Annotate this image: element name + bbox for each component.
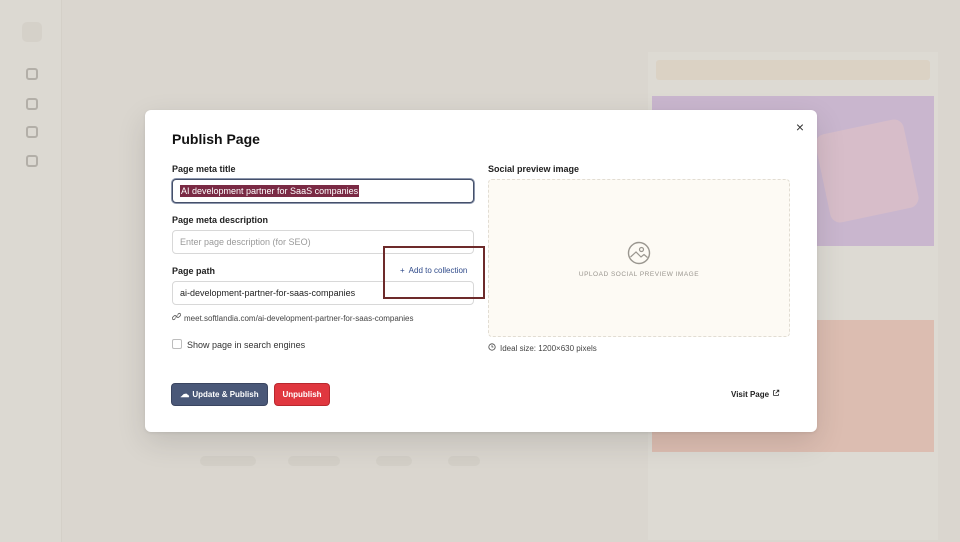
social-image-dropzone[interactable]: UPLOAD SOCIAL PREVIEW IMAGE [488,179,790,337]
meta-title-input[interactable]: AI development partner for SaaS companie… [172,179,474,203]
image-placeholder-icon [627,241,651,265]
page-path-label: Page path [172,266,216,276]
search-engines-checkbox[interactable] [172,339,182,349]
plus-icon: + [400,266,405,275]
search-engines-label: Show page in search engines [187,340,306,350]
ideal-size-text: Ideal size: 1200×630 pixels [500,344,597,353]
visit-page-link[interactable]: Visit Page [731,389,780,399]
meta-title-value: AI development partner for SaaS companie… [180,185,360,197]
ideal-size-note: Ideal size: 1200×630 pixels [488,343,597,353]
meta-title-label: Page meta title [172,164,236,174]
update-publish-button[interactable]: ☁ Update & Publish [172,384,267,405]
link-icon [171,312,182,323]
unpublish-button[interactable]: Unpublish [275,384,329,405]
external-link-icon [772,389,780,399]
upload-text: UPLOAD SOCIAL PREVIEW IMAGE [578,271,700,278]
update-publish-label: Update & Publish [192,390,259,399]
cloud-upload-icon: ☁ [180,389,190,399]
close-icon[interactable]: × [793,120,807,134]
add-to-collection-label: Add to collection [408,266,468,275]
add-to-collection-button[interactable]: + Add to collection [400,266,467,275]
modal-title: Publish Page [172,131,260,147]
page-url[interactable]: meet.softlandia.com/ai-development-partn… [171,312,414,323]
search-engines-toggle[interactable]: Show page in search engines [172,339,305,350]
page-path-input[interactable]: ai-development-partner-for-saas-companie… [172,281,474,305]
publish-page-modal: Publish Page × Page meta title AI develo… [145,110,817,432]
page-url-text: meet.softlandia.com/ai-development-partn… [184,314,414,323]
clock-icon [488,343,496,353]
social-preview-label: Social preview image [488,164,580,174]
visit-page-label: Visit Page [731,390,770,399]
meta-description-label: Page meta description [172,215,269,225]
meta-description-input[interactable]: Enter page description (for SEO) [172,230,474,254]
